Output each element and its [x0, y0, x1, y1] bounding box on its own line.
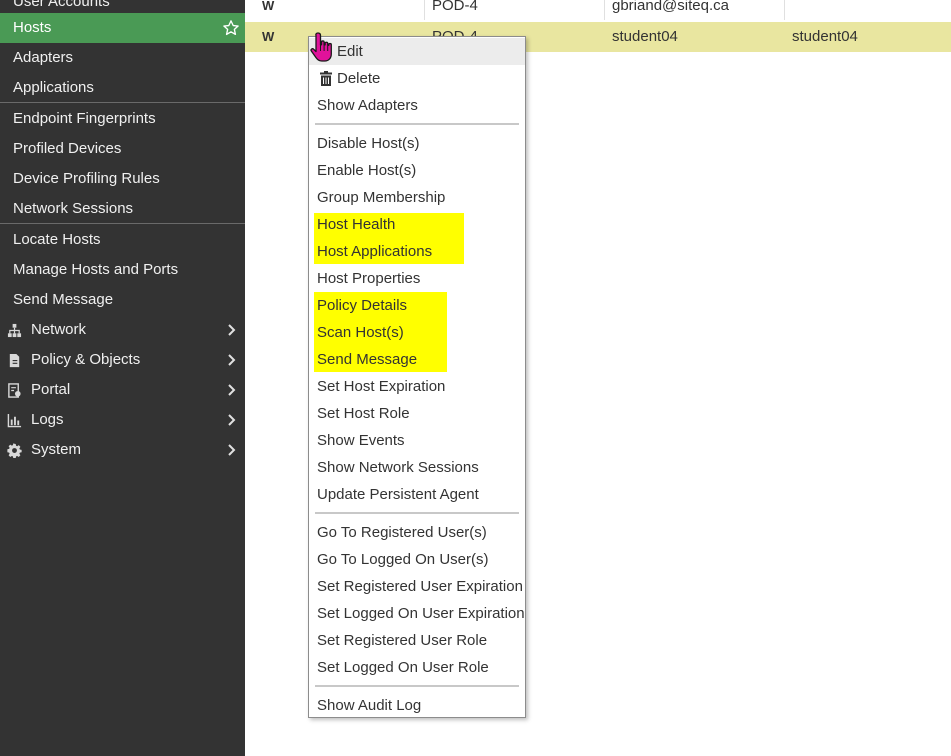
- table-cell-user: student04: [612, 28, 678, 45]
- menu-item-host-health[interactable]: Host Health: [309, 211, 525, 238]
- menu-item-show-events[interactable]: Show Events: [309, 427, 525, 454]
- sidebar: User Accounts Hosts Adapters Application…: [0, 0, 245, 756]
- table-cell-status: W: [262, 0, 275, 13]
- menu-item-label: Delete: [337, 70, 381, 87]
- hand-cursor-icon: [310, 32, 332, 62]
- menu-item-edit[interactable]: Edit: [309, 38, 525, 65]
- menu-item-set-registered-user-expiration[interactable]: Set Registered User Expiration: [309, 573, 525, 600]
- menu-item-set-logged-on-user-role[interactable]: Set Logged On User Role: [309, 654, 525, 681]
- menu-separator: [315, 685, 519, 687]
- sidebar-category-portal[interactable]: Portal: [0, 375, 245, 405]
- sidebar-item-manage-hosts-and-ports[interactable]: Manage Hosts and Ports: [0, 255, 245, 285]
- menu-item-delete[interactable]: Delete: [309, 65, 525, 92]
- sidebar-item-label: Hosts: [13, 19, 52, 36]
- sidebar-item-endpoint-fingerprints[interactable]: Endpoint Fingerprints: [0, 104, 245, 134]
- menu-item-set-host-expiration[interactable]: Set Host Expiration: [309, 373, 525, 400]
- sidebar-category-policy-objects[interactable]: Policy & Objects: [0, 345, 245, 375]
- chevron-right-icon: [228, 444, 236, 456]
- sidebar-category-label: Policy & Objects: [31, 351, 141, 368]
- table-cell-status: W: [262, 29, 275, 44]
- chevron-right-icon: [228, 354, 236, 366]
- menu-item-enable-hosts[interactable]: Enable Host(s): [309, 157, 525, 184]
- menu-item-go-to-logged-on-users[interactable]: Go To Logged On User(s): [309, 546, 525, 573]
- menu-item-show-adapters[interactable]: Show Adapters: [309, 92, 525, 119]
- menu-item-host-applications[interactable]: Host Applications: [309, 238, 525, 265]
- gear-icon: [7, 443, 22, 458]
- menu-item-set-host-role[interactable]: Set Host Role: [309, 400, 525, 427]
- menu-separator: [315, 123, 519, 125]
- sidebar-item-hosts[interactable]: Hosts: [0, 13, 245, 43]
- column-divider: [604, 0, 605, 20]
- sidebar-item-send-message[interactable]: Send Message: [0, 285, 245, 315]
- menu-item-scan-hosts[interactable]: Scan Host(s): [309, 319, 525, 346]
- chevron-right-icon: [228, 384, 236, 396]
- menu-item-update-persistent-agent[interactable]: Update Persistent Agent: [309, 481, 525, 508]
- sidebar-category-label: Logs: [31, 411, 64, 428]
- menu-item-policy-details[interactable]: Policy Details: [309, 292, 525, 319]
- sidebar-item-adapters[interactable]: Adapters: [0, 43, 245, 73]
- sitemap-icon: [7, 323, 22, 338]
- menu-item-group-membership[interactable]: Group Membership: [309, 184, 525, 211]
- sidebar-divider: [0, 102, 245, 103]
- sidebar-category-label: Network: [31, 321, 87, 338]
- table-cell-login: student04: [792, 28, 858, 45]
- menu-item-label: Edit: [337, 43, 363, 60]
- menu-item-disable-hosts[interactable]: Disable Host(s): [309, 130, 525, 157]
- menu-separator: [315, 512, 519, 514]
- sidebar-category-network[interactable]: Network: [0, 315, 245, 345]
- chevron-right-icon: [228, 414, 236, 426]
- sidebar-category-label: System: [31, 441, 82, 458]
- menu-item-show-audit-log[interactable]: Show Audit Log: [309, 692, 525, 719]
- sidebar-item-locate-hosts[interactable]: Locate Hosts: [0, 225, 245, 255]
- column-divider: [424, 0, 425, 20]
- table-cell-location: POD-4: [432, 0, 478, 14]
- table-cell-user: gbriand@siteq.ca: [612, 0, 729, 14]
- sidebar-item-device-profiling-rules[interactable]: Device Profiling Rules: [0, 164, 245, 194]
- context-menu: Edit Delete Show Adapters Disable Host(s…: [308, 36, 526, 718]
- sidebar-category-label: Portal: [31, 381, 71, 398]
- table-row[interactable]: W POD-4 gbriand@siteq.ca: [245, 0, 951, 21]
- menu-item-host-properties[interactable]: Host Properties: [309, 265, 525, 292]
- favorite-star-icon[interactable]: [222, 19, 240, 37]
- menu-item-send-message[interactable]: Send Message: [309, 346, 525, 373]
- trash-icon: [320, 71, 332, 86]
- column-divider: [784, 0, 785, 20]
- sidebar-category-system[interactable]: System: [0, 435, 245, 465]
- document-icon: [9, 353, 20, 368]
- sidebar-item-applications[interactable]: Applications: [0, 73, 245, 103]
- menu-item-go-to-registered-users[interactable]: Go To Registered User(s): [309, 519, 525, 546]
- menu-item-set-registered-user-role[interactable]: Set Registered User Role: [309, 627, 525, 654]
- portal-icon: [8, 383, 21, 398]
- sidebar-divider: [0, 223, 245, 224]
- sidebar-item-profiled-devices[interactable]: Profiled Devices: [0, 134, 245, 164]
- menu-item-set-logged-on-user-expiration[interactable]: Set Logged On User Expiration: [309, 600, 525, 627]
- chevron-right-icon: [228, 324, 236, 336]
- sidebar-category-logs[interactable]: Logs: [0, 405, 245, 435]
- menu-item-show-network-sessions[interactable]: Show Network Sessions: [309, 454, 525, 481]
- sidebar-item-network-sessions[interactable]: Network Sessions: [0, 194, 245, 224]
- chart-icon: [7, 413, 22, 428]
